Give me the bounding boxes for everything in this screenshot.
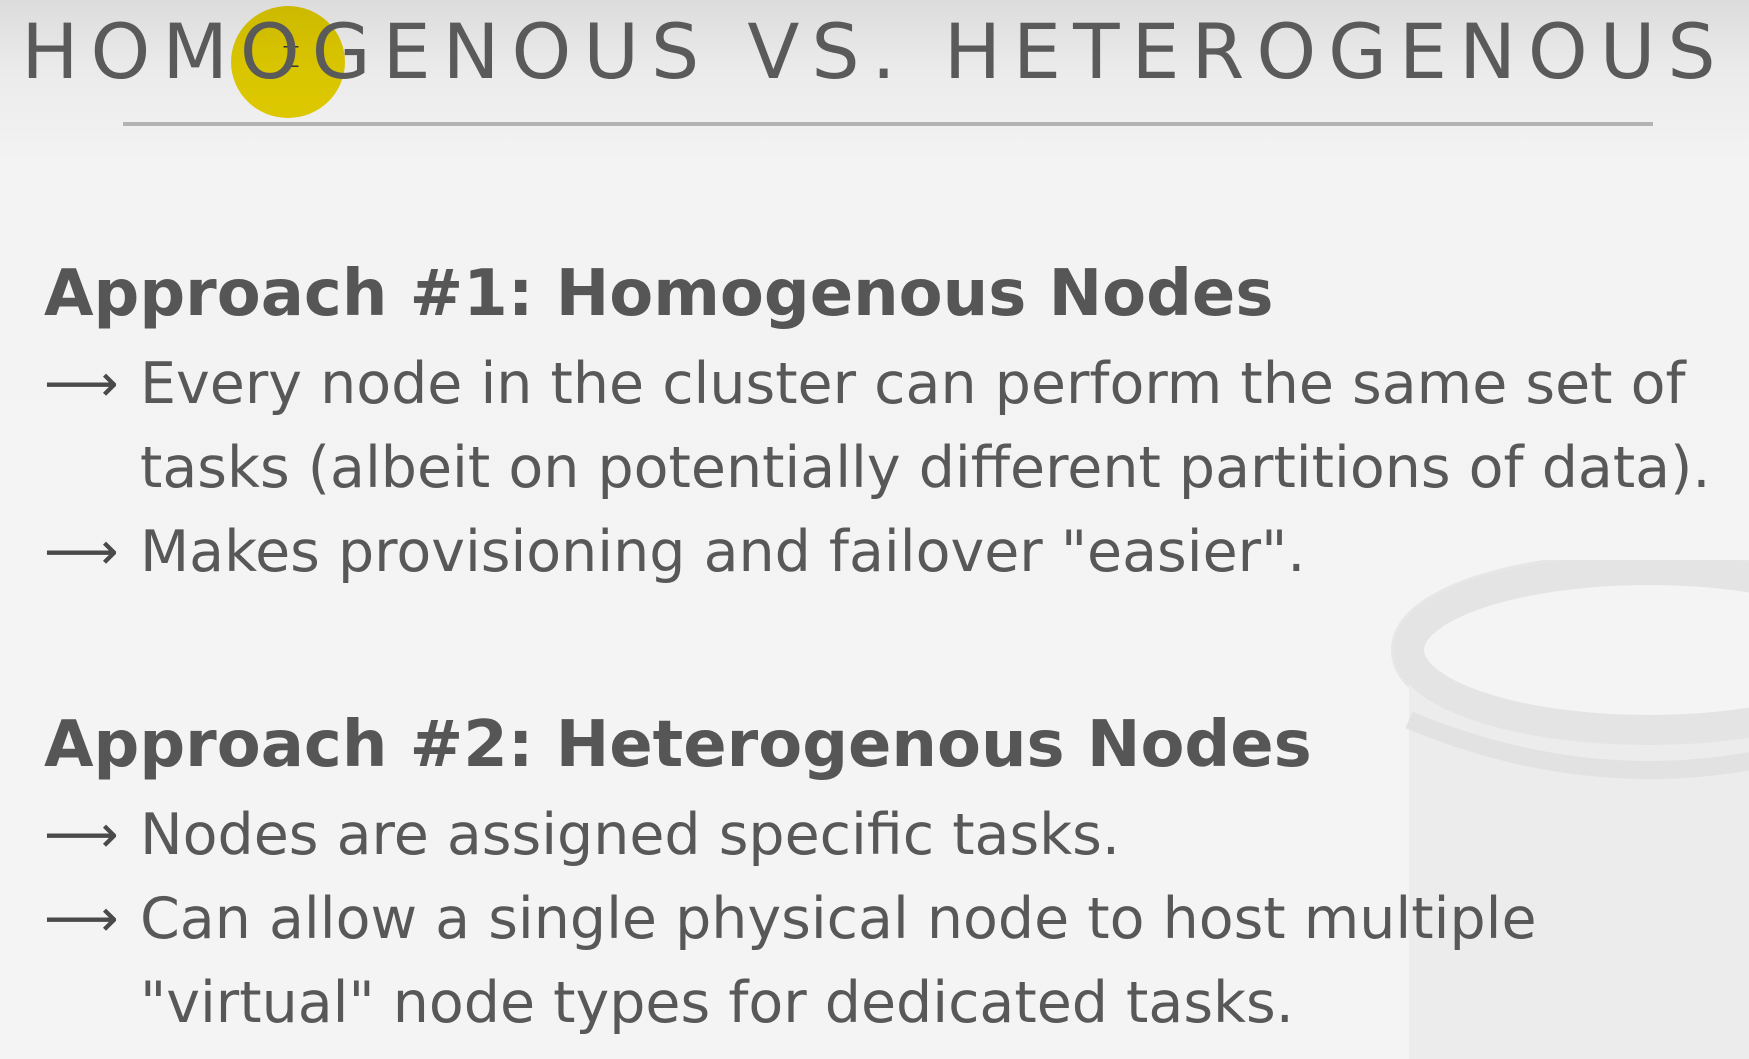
slide-title: HOMOGENOUS VS. HETEROGENOUS xyxy=(21,7,1728,96)
bullet-text-line: Every node in the cluster can perform th… xyxy=(140,351,1686,417)
bullet-text-line: Nodes are assigned specific tasks. xyxy=(140,802,1120,868)
bullet-text-line: "virtual" node types for dedicated tasks… xyxy=(140,970,1294,1036)
arrow-bullet-icon: ⟶ xyxy=(44,889,119,949)
bullet-item: ⟶ Nodes are assigned specific tasks. xyxy=(44,793,1734,877)
bullet-text-line: Can allow a single physical node to host… xyxy=(140,886,1537,952)
section-heading: Approach #1: Homogenous Nodes xyxy=(44,257,1274,331)
section-heading: Approach #2: Heterogenous Nodes xyxy=(44,708,1312,782)
bullet-item: ⟶ Every node in the cluster can perform … xyxy=(44,342,1734,510)
bullet-item: ⟶ Makes provisioning and failover "easie… xyxy=(44,510,1734,594)
presentation-slide: ⌶ HOMOGENOUS VS. HETEROGENOUS Approach #… xyxy=(0,0,1749,1059)
arrow-bullet-icon: ⟶ xyxy=(44,354,119,414)
arrow-bullet-icon: ⟶ xyxy=(44,522,119,582)
title-divider xyxy=(123,122,1653,126)
arrow-bullet-icon: ⟶ xyxy=(44,805,119,865)
section-approach-1: Approach #1: Homogenous Nodes ⟶ Every no… xyxy=(44,252,1734,594)
bullet-text-line: Makes provisioning and failover "easier"… xyxy=(140,519,1306,585)
bullet-text-line: tasks (albeit on potentially different p… xyxy=(140,435,1711,501)
bullet-item: ⟶ Can allow a single physical node to ho… xyxy=(44,877,1734,1045)
section-approach-2: Approach #2: Heterogenous Nodes ⟶ Nodes … xyxy=(44,703,1734,1045)
